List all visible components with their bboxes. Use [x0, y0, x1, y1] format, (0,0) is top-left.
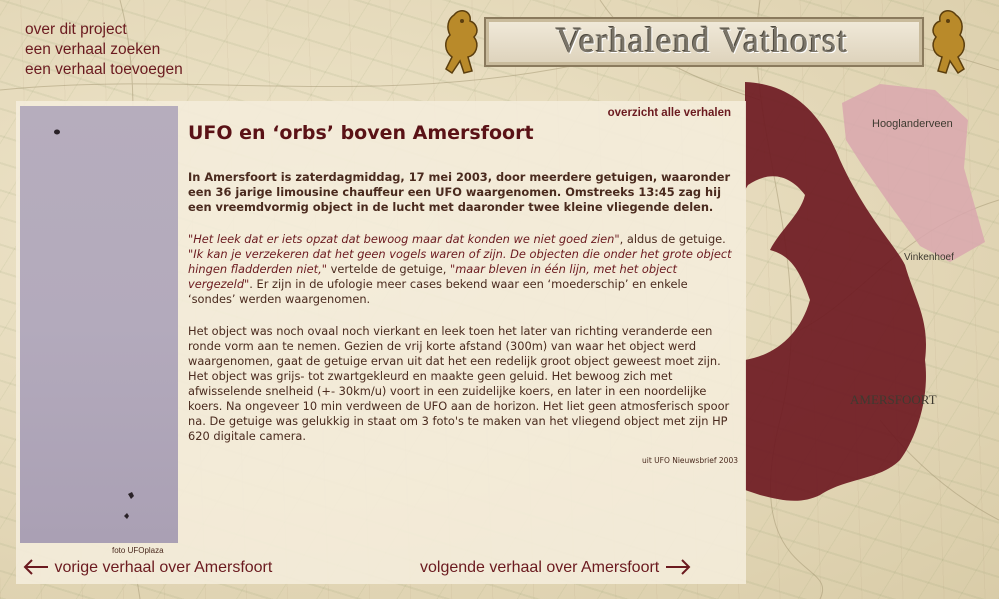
main-nav: over dit project een verhaal zoeken een … — [25, 20, 183, 80]
article-lead: In Amersfoort is zaterdagmiddag, 17 mei … — [188, 170, 731, 214]
article-source: uit UFO Nieuwsbrief 2003 — [641, 456, 738, 465]
site-banner: Verhalend Vathorst — [440, 5, 970, 75]
story-panel: foto UFOplaza overzicht alle verhalen UF… — [16, 101, 746, 584]
text-2: vertelde de getuige, — [326, 262, 450, 276]
text-1: , aldus de getuige. — [619, 232, 726, 246]
article-paragraph-2: "Het leek dat er iets opzat dat bewoog m… — [188, 232, 738, 307]
next-story-link[interactable]: volgende verhaal over Amersfoort — [420, 559, 692, 577]
article: UFO en ‘orbs’ boven Amersfoort In Amersf… — [188, 122, 738, 485]
arrow-left-icon — [23, 559, 48, 575]
site-title: Verhalend Vathorst — [555, 20, 849, 60]
map-label-hooglanderveen: Hooglanderveen — [872, 118, 953, 130]
arrow-right-icon — [665, 559, 691, 575]
overview-link[interactable]: overzicht alle verhalen — [608, 107, 731, 119]
map-label-amersfoort: AMERSFOORT — [850, 392, 937, 407]
nav-item-verhaal-toevoegen[interactable]: een verhaal toevoegen — [25, 60, 183, 80]
prev-story-label: vorige verhaal over Amersfoort — [54, 559, 273, 576]
map-label-vinkenhoef: Vinkenhoef — [904, 252, 954, 263]
photo-credit: foto UFOplaza — [112, 546, 164, 555]
prev-story-link[interactable]: vorige verhaal over Amersfoort — [22, 559, 272, 577]
article-title: UFO en ‘orbs’ boven Amersfoort — [188, 122, 534, 144]
nav-item-verhaal-zoeken[interactable]: een verhaal zoeken — [25, 40, 183, 60]
next-story-label: volgende verhaal over Amersfoort — [420, 559, 660, 576]
lion-crest-icon — [445, 10, 478, 75]
photo-objects — [54, 129, 134, 519]
ufo-photo — [20, 106, 178, 543]
text-3: . Er zijn in de ufologie meer cases beke… — [188, 277, 688, 306]
lion-crest-icon — [932, 10, 965, 75]
nav-item-over-project[interactable]: over dit project — [25, 20, 183, 40]
article-paragraph-3: Het object was noch ovaal noch vierkant … — [188, 324, 730, 443]
quote-1: "Het leek dat er iets opzat dat bewoog m… — [188, 232, 620, 246]
